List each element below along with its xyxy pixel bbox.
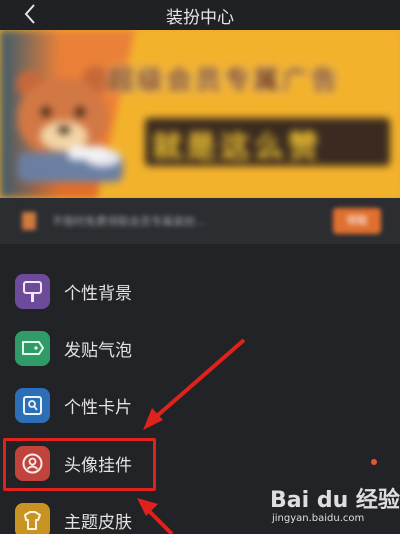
promo-banner[interactable]: 超级会员专属广告 就是这么赞 <box>0 30 400 198</box>
highlight-box <box>3 438 156 491</box>
top-nav-bar: 装扮中心 <box>0 0 400 30</box>
new-dot-badge <box>371 459 377 465</box>
menu-item-bubble[interactable]: 发贴气泡 <box>0 322 400 377</box>
banner-headline: 超级会员专属广告 <box>108 66 341 96</box>
speech-bubble-icon <box>15 331 50 366</box>
notice-icon <box>22 212 36 230</box>
menu-label: 发贴气泡 <box>64 341 132 361</box>
menu-label: 主题皮肤 <box>64 513 132 533</box>
banner-artwork: 超级会员专属广告 就是这么赞 <box>0 30 400 198</box>
watermark-url: jingyan.baidu.com <box>272 513 365 524</box>
page-title: 装扮中心 <box>166 8 234 28</box>
card-icon <box>15 388 50 423</box>
menu-label: 个性卡片 <box>64 398 132 418</box>
menu-item-card[interactable]: 个性卡片 <box>0 379 400 434</box>
notice-bar[interactable]: 不限时免费领取会员专属装扮… 领取 <box>0 198 400 244</box>
brush-icon <box>15 274 50 309</box>
notice-text: 不限时免费领取会员专属装扮… <box>52 215 206 228</box>
tshirt-icon <box>15 503 50 534</box>
baidu-jingyan-watermark: Bai du 经验 jingyan.baidu.com <box>270 482 400 530</box>
menu-item-background[interactable]: 个性背景 <box>0 265 400 320</box>
banner-subline: 就是这么赞 <box>152 130 322 165</box>
watermark-brand: Bai du 经验 <box>270 488 400 513</box>
screen: 装扮中心 超级会员专属广告 就是这么赞 不限时免费领取会员专属装扮… 领取 个性… <box>0 0 400 534</box>
notice-claim-button[interactable]: 领取 <box>333 208 381 234</box>
menu-label: 个性背景 <box>64 284 132 304</box>
